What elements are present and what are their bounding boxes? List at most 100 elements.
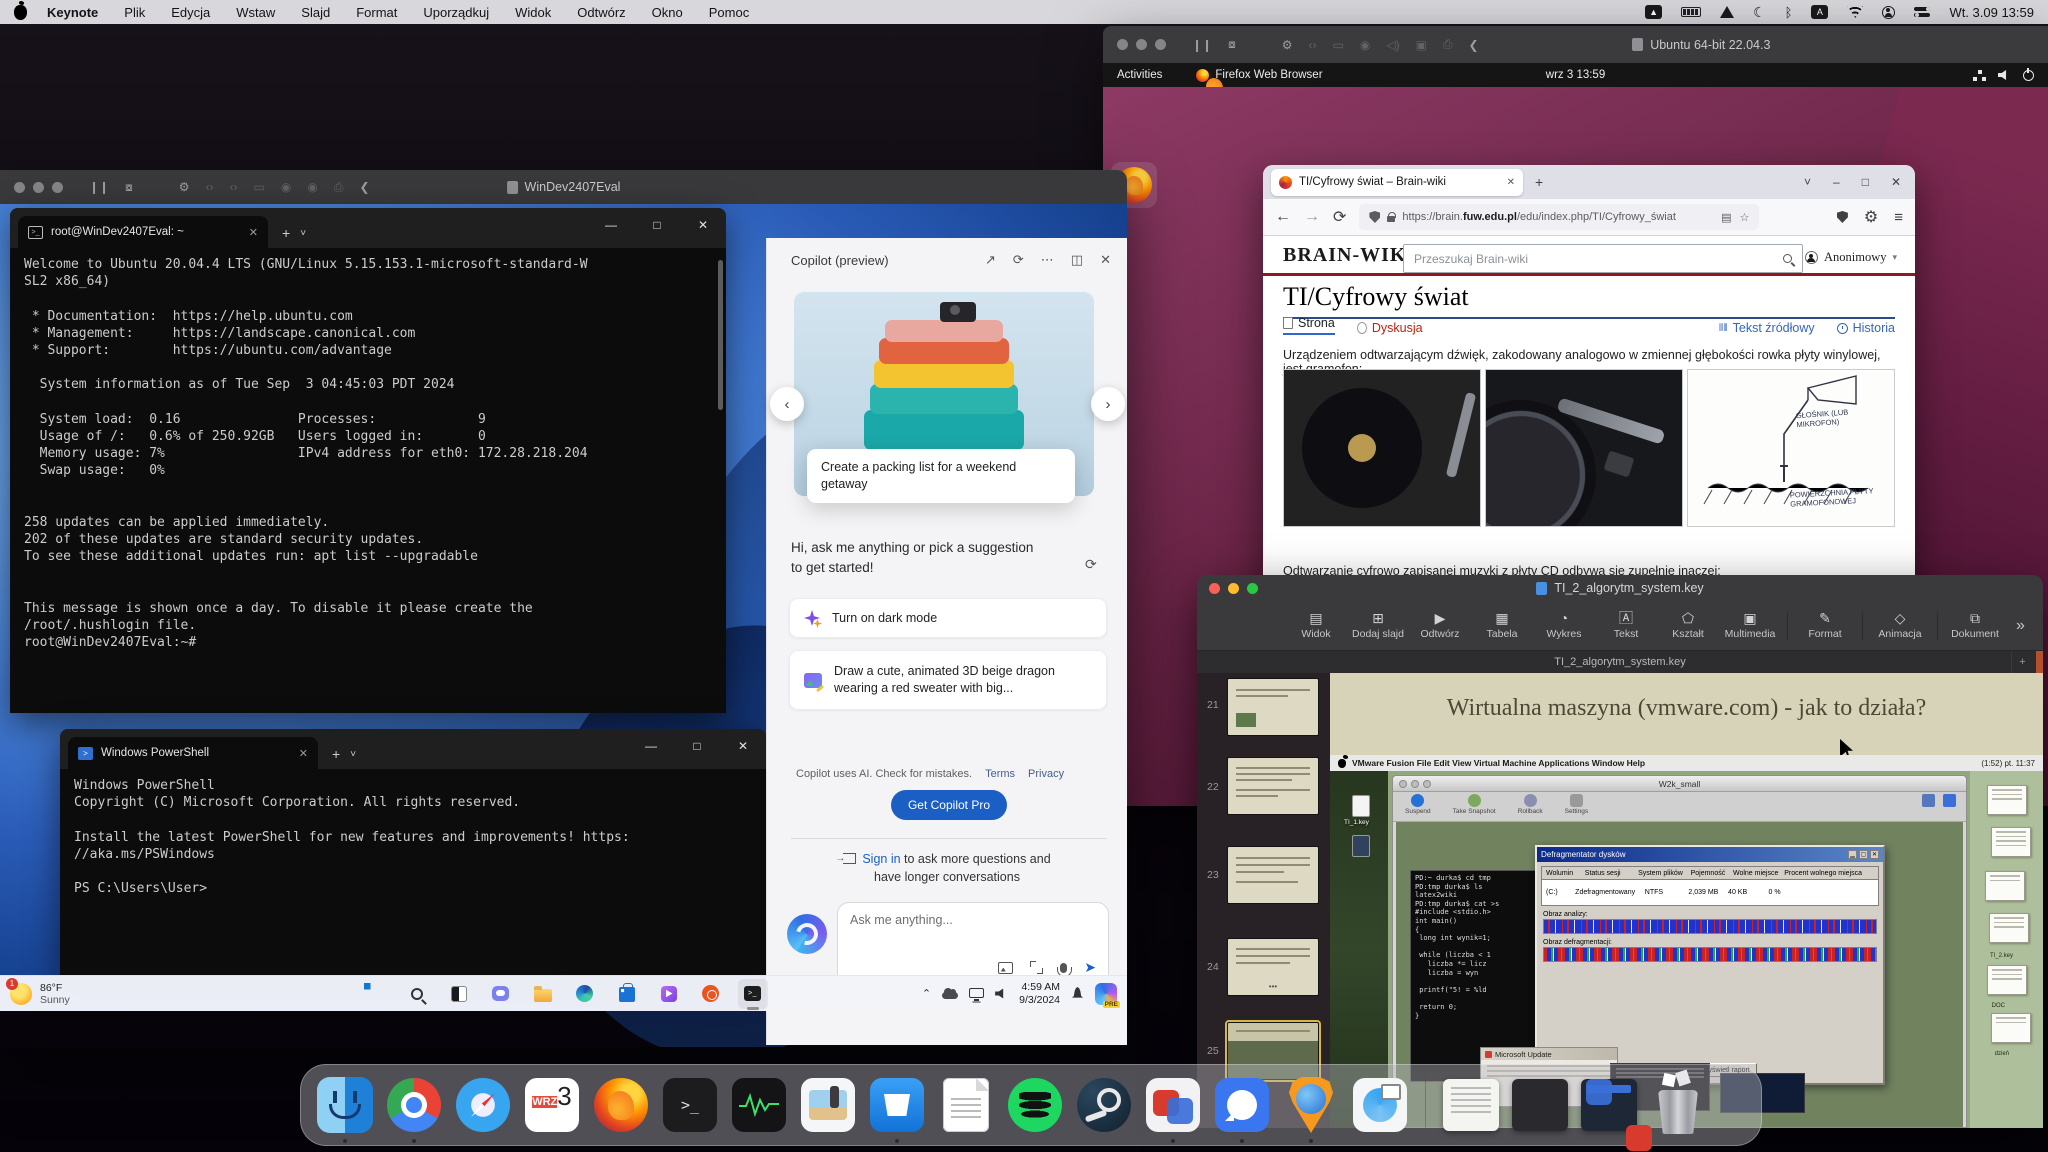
minimize-button[interactable]: – — [1833, 175, 1840, 189]
tab-close-icon[interactable]: ✕ — [1507, 177, 1515, 188]
wiki-link-source[interactable]: Tekst źródłowy — [1733, 321, 1815, 335]
slide-thumbnail-23[interactable] — [1227, 846, 1319, 904]
wifi-icon[interactable] — [1847, 6, 1863, 18]
refresh-icon[interactable]: ⟳ — [1013, 252, 1024, 268]
wiki-search-input[interactable]: Przeszukaj Brain-wiki — [1403, 244, 1803, 273]
terminal-tab[interactable]: >_ root@WinDev2407Eval: ~ ✕ — [18, 216, 268, 248]
wiki-tab-page[interactable]: Strona — [1298, 316, 1335, 330]
url-bar[interactable]: https://brain.fuw.edu.pl/edu/index.php/T… — [1359, 204, 1759, 230]
keynote-window[interactable]: TI_2_algorytm_system.key ▤Widok ⊞Dodaj s… — [1197, 575, 2043, 1128]
image-icon[interactable] — [998, 962, 1013, 974]
terminal-output[interactable]: Welcome to Ubuntu 20.04.4 LTS (GNU/Linux… — [10, 248, 726, 660]
toolbar-animacja[interactable]: ◇Animacja — [1869, 611, 1931, 640]
slide-navigator[interactable]: 21 22 23 24 ••• 25 — [1197, 673, 1330, 1128]
bookmark-star-icon[interactable]: ☆ — [1740, 211, 1750, 224]
windows-terminal-window[interactable]: >_ root@WinDev2407Eval: ~ ✕ + ˅ — □ ✕ We… — [10, 208, 726, 713]
slide-thumbnail-21[interactable] — [1227, 678, 1319, 736]
snapshot-icon[interactable]: ⧇ — [1228, 37, 1236, 52]
menu-plik[interactable]: Plik — [124, 5, 145, 20]
browser-tab[interactable]: TI/Cyfrowy świat – Brain-wiki ✕ — [1271, 169, 1523, 196]
toolbar-format[interactable]: ✎Format — [1794, 611, 1856, 640]
dock-document[interactable] — [936, 1075, 996, 1135]
triangle-icon[interactable] — [1720, 6, 1734, 18]
moon-icon[interactable]: ☾ — [1753, 4, 1766, 21]
forward-icon[interactable]: → — [1304, 208, 1320, 226]
dock-minimized-chrome[interactable] — [1510, 1075, 1570, 1135]
minimize-button[interactable]: — — [628, 729, 674, 763]
menu-odtworz[interactable]: Odtwórz — [577, 5, 625, 20]
new-tab-button[interactable]: + — [282, 225, 290, 241]
slide-canvas[interactable]: Wirtualna maszyna (vmware.com) - jak to … — [1330, 673, 2043, 1128]
toolbar-odtworz[interactable]: ▶Odtwórz — [1409, 611, 1471, 640]
app-shield-icon[interactable]: ▲ — [1645, 5, 1662, 19]
dock-trash[interactable] — [1648, 1075, 1708, 1135]
window-traffic-lights[interactable] — [14, 182, 63, 193]
wiki-link-history[interactable]: Historia — [1853, 321, 1895, 335]
sketch-image[interactable]: GŁOŚNIK (LUB MIKROFON) POWIERZCHNIA PŁYT… — [1687, 369, 1895, 527]
dock-minimized-vmware[interactable] — [1579, 1075, 1639, 1135]
maximize-button[interactable]: □ — [1862, 175, 1869, 189]
network-icon[interactable] — [1973, 70, 1986, 81]
display-tray-icon[interactable] — [969, 988, 984, 998]
copilot-card-tooltip[interactable]: Create a packing list for a weekend geta… — [807, 449, 1075, 503]
dock-finder[interactable] — [315, 1075, 375, 1135]
menu-edycja[interactable]: Edycja — [171, 5, 210, 20]
open-external-icon[interactable]: ↗ — [985, 252, 996, 268]
dock-activity-monitor[interactable] — [729, 1075, 789, 1135]
toolbar-wykres[interactable]: ◔Wykres — [1533, 611, 1595, 640]
dock-screen-sharing[interactable] — [1350, 1075, 1410, 1135]
search-icon[interactable] — [1783, 254, 1792, 263]
copilot-taskbar-icon[interactable]: PRE — [1095, 983, 1117, 1005]
menu-widok[interactable]: Widok — [515, 5, 551, 20]
extensions-icon[interactable]: ⚙ — [1864, 207, 1878, 227]
dock-safari[interactable] — [453, 1075, 513, 1135]
wrench-icon[interactable]: ⚙ — [179, 180, 190, 194]
collapse-toolbar-icon[interactable]: ❮ — [1469, 38, 1479, 52]
onedrive-icon[interactable] — [942, 992, 958, 999]
windows-vm-window[interactable]: ❙❙ ⧇ ⚙ ‹› ‹› ▭ ◉ ◉ ⎙ ❮ WinDev2407Eval >_… — [0, 170, 1127, 1047]
dock-preview[interactable] — [798, 1075, 858, 1135]
windows-vm-titlebar[interactable]: ❙❙ ⧇ ⚙ ‹› ‹› ▭ ◉ ◉ ⎙ ❮ WinDev2407Eval — [0, 170, 1127, 204]
dock-vmware[interactable] — [1143, 1075, 1203, 1135]
copilot-panel[interactable]: Copilot (preview) ↗ ⟳ ⋯ ◫ ✕ Creat — [766, 238, 1127, 1045]
wiki-logo[interactable]: BRAIN-WIKI — [1283, 244, 1415, 267]
terms-link[interactable]: Terms — [985, 768, 1015, 780]
suggestion-dark-mode[interactable]: Turn on dark mode — [789, 598, 1107, 638]
dock-calendar[interactable]: WRZ3 — [522, 1075, 582, 1135]
notifications-bell-icon[interactable] — [1071, 987, 1084, 1000]
menu-keynote[interactable]: Keynote — [47, 5, 98, 20]
protections-icon[interactable] — [1837, 211, 1848, 223]
tray-chevron-icon[interactable]: ⌃ — [922, 987, 931, 1000]
pause-icon[interactable]: ❙❙ — [1192, 38, 1212, 52]
battery-icon[interactable] — [1681, 7, 1701, 17]
powershell-titlebar[interactable]: > Windows PowerShell ✕ + ˅ — □ ✕ — [60, 729, 766, 769]
window-traffic-lights[interactable] — [1117, 39, 1166, 50]
dock-google-earth[interactable] — [1281, 1075, 1341, 1135]
dock-chrome[interactable] — [384, 1075, 444, 1135]
gnome-clock[interactable]: wrz 3 13:59 — [1546, 69, 1605, 81]
menu-format[interactable]: Format — [356, 5, 397, 20]
tab-close-icon[interactable]: ✕ — [299, 747, 308, 760]
bluetooth-icon[interactable]: ᛒ — [1785, 5, 1793, 20]
turntable-photo-1[interactable] — [1283, 369, 1481, 527]
close-button[interactable]: ✕ — [1891, 175, 1901, 189]
dock-minimized-document[interactable] — [1441, 1075, 1501, 1135]
refresh-suggestions-icon[interactable]: ⟳ — [1085, 556, 1097, 573]
wiki-tab-talk[interactable]: Dyskusja — [1372, 321, 1423, 335]
control-center-icon[interactable] — [1914, 6, 1930, 18]
dock-signal[interactable] — [1212, 1075, 1272, 1135]
volume-icon[interactable] — [1998, 70, 2011, 81]
collapse-toolbar-icon[interactable]: ❮ — [359, 180, 369, 194]
slide-thumbnail-22[interactable] — [1227, 757, 1319, 815]
menu-wstaw[interactable]: Wstaw — [236, 5, 275, 20]
toolbar-ksztalt[interactable]: ⬠Kształt — [1657, 611, 1719, 640]
terminal-titlebar[interactable]: >_ root@WinDev2407Eval: ~ ✕ + ˅ — □ ✕ — [10, 208, 726, 248]
dock-steam[interactable] — [1074, 1075, 1134, 1135]
wrench-icon[interactable]: ⚙ — [1282, 38, 1293, 52]
slide-title[interactable]: Wirtualna maszyna (vmware.com) - jak to … — [1330, 695, 2043, 722]
screenshot-icon[interactable] — [1030, 961, 1043, 974]
maximize-button[interactable]: □ — [674, 729, 720, 763]
toolbar-tabela[interactable]: ▦Tabela — [1471, 611, 1533, 640]
tab-dropdown-icon[interactable]: ˅ — [300, 228, 306, 239]
dock-spotify[interactable] — [1005, 1075, 1065, 1135]
